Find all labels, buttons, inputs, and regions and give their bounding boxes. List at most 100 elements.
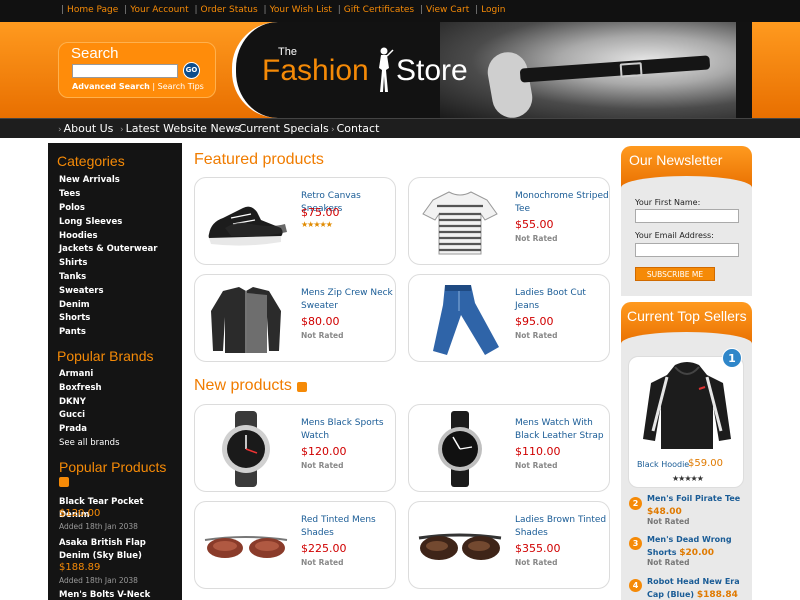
brand-dkny[interactable]: DKNY (59, 397, 86, 407)
nav-latest-news[interactable]: › Latest Website News (120, 122, 240, 135)
category-polos[interactable]: Polos (59, 203, 85, 213)
product-name[interactable]: Ladies Brown Tinted Shades (515, 514, 609, 540)
nav-bullet: › (331, 125, 335, 135)
top-seller-price: $59.00 (688, 458, 723, 469)
product-price: $110.00 (515, 445, 561, 458)
separator: | (194, 5, 198, 15)
product-card[interactable]: Red Tinted Mens Shades $225.00 Not Rated (194, 501, 396, 589)
nav-label: Contact (336, 122, 380, 135)
first-name-field[interactable] (635, 209, 739, 223)
product-name[interactable]: Mens Watch With Black Leather Strap (515, 417, 609, 443)
product-name[interactable]: Mens Black Sports Watch (301, 417, 395, 443)
nav-contact[interactable]: › Contact (331, 122, 379, 135)
site-header: The Fashion Store Search GO Advanced Sea… (0, 22, 800, 118)
product-rating: Not Rated (515, 461, 558, 470)
product-rating: Not Rated (515, 558, 558, 567)
category-denim[interactable]: Denim (59, 300, 90, 310)
nav-about-us[interactable]: › About Us (58, 122, 113, 135)
top-seller-price: $188.84 (696, 590, 738, 600)
product-card[interactable]: Retro Canvas Sneakers $75.00 ★★★★★ (194, 177, 396, 265)
main-nav: › About Us › Latest Website News › Current … (0, 118, 800, 138)
nav-label: Current Specials (238, 122, 329, 135)
nav-bullet: › (233, 125, 237, 135)
top-sellers-panel: Current Top Sellers Black Hoodie $59.00 … (621, 302, 752, 600)
hoodie-icon (643, 362, 731, 449)
product-card[interactable]: Mens Black Sports Watch $120.00 Not Rate… (194, 404, 396, 492)
sneaker-icon (208, 206, 287, 246)
rss-icon[interactable] (59, 477, 69, 487)
link-your-account[interactable]: Your Account (130, 5, 188, 15)
product-name[interactable]: Monochrome Striped Tee (515, 190, 609, 216)
search-input[interactable] (72, 64, 178, 78)
category-sweaters[interactable]: Sweaters (59, 286, 104, 296)
email-field[interactable] (635, 243, 739, 257)
search-tips-link[interactable]: Search Tips (158, 82, 204, 91)
search-go-button[interactable]: GO (183, 62, 200, 79)
product-rating: Not Rated (301, 461, 344, 470)
brand-boxfresh[interactable]: Boxfresh (59, 383, 102, 393)
category-tanks[interactable]: Tanks (59, 272, 86, 282)
link-gift-certificates[interactable]: Gift Certificates (344, 5, 414, 15)
product-rating: Not Rated (515, 234, 558, 243)
top-seller-rating: Not Rated (647, 517, 690, 526)
advanced-search-link[interactable]: Advanced Search (72, 82, 150, 91)
newsletter-heading: Our Newsletter (629, 152, 723, 168)
nav-current-specials[interactable]: › Current Specials (233, 122, 329, 135)
rss-icon[interactable] (297, 382, 307, 392)
search-box: Search GO Advanced Search | Search Tips (58, 42, 216, 98)
top-seller-price: $48.00 (647, 507, 682, 517)
product-rating-stars: ★★★★★ (301, 220, 333, 229)
bullet: | (61, 5, 65, 15)
product-price: $225.00 (301, 542, 347, 555)
top-link-bar: | Home Page | Your Account | Order Status |… (0, 0, 800, 22)
popular-product-name[interactable]: Men's Bolts V-Neck (59, 589, 177, 600)
top-seller-rating-stars: ★★★★★ (672, 474, 704, 483)
brand-prada[interactable]: Prada (59, 424, 87, 434)
new-products-heading: New products (194, 377, 292, 394)
separator: | (419, 5, 424, 15)
product-name[interactable]: Ladies Boot Cut Jeans (515, 287, 609, 313)
subscribe-button[interactable]: SUBSCRIBE ME (635, 267, 715, 281)
category-shorts[interactable]: Shorts (59, 313, 90, 323)
separator: | (337, 5, 341, 15)
link-order-status[interactable]: Order Status (201, 5, 258, 15)
top-seller-item[interactable]: Robot Head New Era Cap (Blue) $188.84 (647, 575, 747, 600)
see-all-brands-link[interactable]: See all brands (59, 438, 120, 448)
product-card[interactable]: Monochrome Striped Tee $55.00 Not Rated (408, 177, 610, 265)
top-seller-name[interactable]: Black Hoodie (637, 460, 689, 469)
popular-product-name[interactable]: Asaka British Flap Denim (Sky Blue) (59, 537, 177, 563)
top-seller-item[interactable]: Men's Foil Pirate Tee $48.00 (647, 492, 747, 519)
category-jackets-outerwear[interactable]: Jackets & Outerwear (59, 244, 157, 254)
brands-heading: Popular Brands (57, 348, 154, 364)
product-card[interactable]: Ladies Boot Cut Jeans $95.00 Not Rated (408, 274, 610, 362)
link-wish-list[interactable]: Your Wish List (270, 5, 332, 15)
top-seller-featured-card[interactable]: Black Hoodie $59.00 ★★★★★ (628, 356, 744, 488)
category-tees[interactable]: Tees (59, 189, 80, 199)
top-seller-item[interactable]: Men's Dead Wrong Shorts $20.00 (647, 533, 747, 560)
brand-gucci[interactable]: Gucci (59, 410, 85, 420)
product-card[interactable]: Mens Zip Crew Neck Sweater $80.00 Not Ra… (194, 274, 396, 362)
search-links-separator: | (152, 82, 156, 91)
product-card[interactable]: Mens Watch With Black Leather Strap $110… (408, 404, 610, 492)
link-home-page[interactable]: Home Page (67, 5, 118, 15)
jeans-icon (433, 285, 499, 355)
category-hoodies[interactable]: Hoodies (59, 231, 98, 241)
category-new-arrivals[interactable]: New Arrivals (59, 175, 120, 185)
red-shades-icon (204, 536, 288, 558)
category-shirts[interactable]: Shirts (59, 258, 87, 268)
product-card[interactable]: Ladies Brown Tinted Shades $355.00 Not R… (408, 501, 610, 589)
product-name[interactable]: Mens Zip Crew Neck Sweater (301, 287, 395, 313)
top-seller-name: Men's Foil Pirate Tee (647, 494, 741, 503)
product-name[interactable]: Red Tinted Mens Shades (301, 514, 395, 540)
nav-label: Latest Website News (125, 122, 241, 135)
logo-fashion: Fashion (262, 54, 369, 87)
featured-products-heading: Featured products (194, 151, 324, 168)
top-seller-rating: Not Rated (647, 558, 690, 567)
category-long-sleeves[interactable]: Long Sleeves (59, 217, 122, 227)
link-login[interactable]: Login (481, 5, 505, 15)
category-pants[interactable]: Pants (59, 327, 86, 337)
link-view-cart[interactable]: View Cart (426, 5, 469, 15)
product-rating: Not Rated (301, 558, 344, 567)
brand-armani[interactable]: Armani (59, 369, 93, 379)
tee-icon (422, 191, 498, 255)
